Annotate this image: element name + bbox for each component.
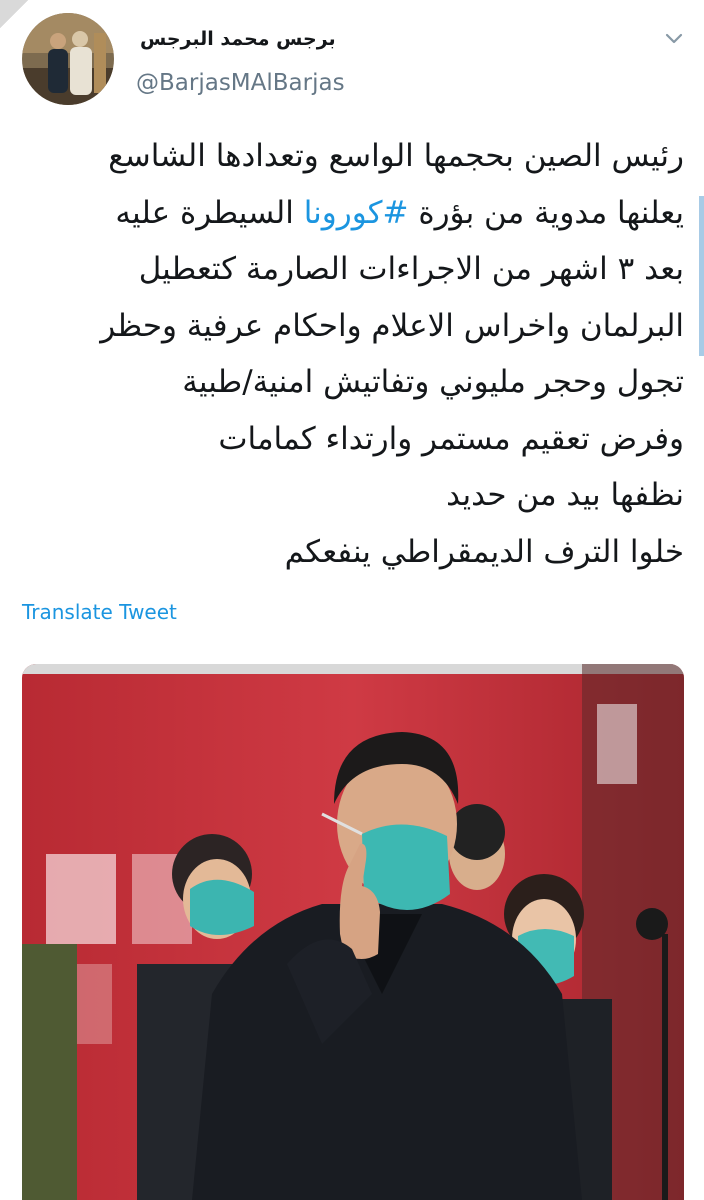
display-name[interactable]: برجس محمد البرجس bbox=[140, 28, 336, 50]
user-handle[interactable]: @BarjasMAlBarjas bbox=[136, 70, 345, 96]
tweet-text: رئيس الصين بحجمها الواسع وتعدادها الشاسع… bbox=[12, 128, 684, 580]
tweet-text-fragment: يعلنها مدوية من بؤرة bbox=[418, 194, 684, 231]
tweet-text-line: نظفها بيد من حديد bbox=[446, 477, 684, 513]
tweet-photo[interactable] bbox=[22, 664, 684, 1200]
translate-tweet-link[interactable]: Translate Tweet bbox=[22, 600, 177, 624]
tweet-text-line: وفرض تعقيم مستمر وارتداء كمامات bbox=[218, 420, 684, 457]
tweet-text-fragment: السيطرة عليه bbox=[115, 194, 294, 231]
page-corner-fold bbox=[0, 0, 28, 28]
tweet-text-line: تجول وحجر مليوني وتفاتيش امنية/طبية bbox=[182, 364, 684, 400]
avatar[interactable] bbox=[22, 13, 114, 105]
tweet-text-line: خلوا الترف الديمقراطي ينفعكم bbox=[284, 533, 684, 570]
tweet-text-line: رئيس الصين بحجمها الواسع وتعدادها الشاسع bbox=[108, 138, 684, 174]
tweet-text-line: يعلنها مدوية من بؤرة #كورونا السيطرة علي… bbox=[12, 185, 684, 242]
avatar-photo bbox=[22, 13, 114, 105]
chevron-down-icon[interactable] bbox=[664, 28, 684, 48]
hashtag-link[interactable]: #كورونا bbox=[304, 195, 409, 231]
scrollbar[interactable] bbox=[699, 196, 704, 356]
tweet-text-line: البرلمان واخراس الاعلام واحكام عرفية وحظ… bbox=[100, 307, 684, 344]
tweet-text-line: بعد ٣ اشهر من الاجراءات الصارمة كتعطيل bbox=[138, 251, 684, 287]
tweet-photo-man-in-mask bbox=[22, 664, 684, 1200]
